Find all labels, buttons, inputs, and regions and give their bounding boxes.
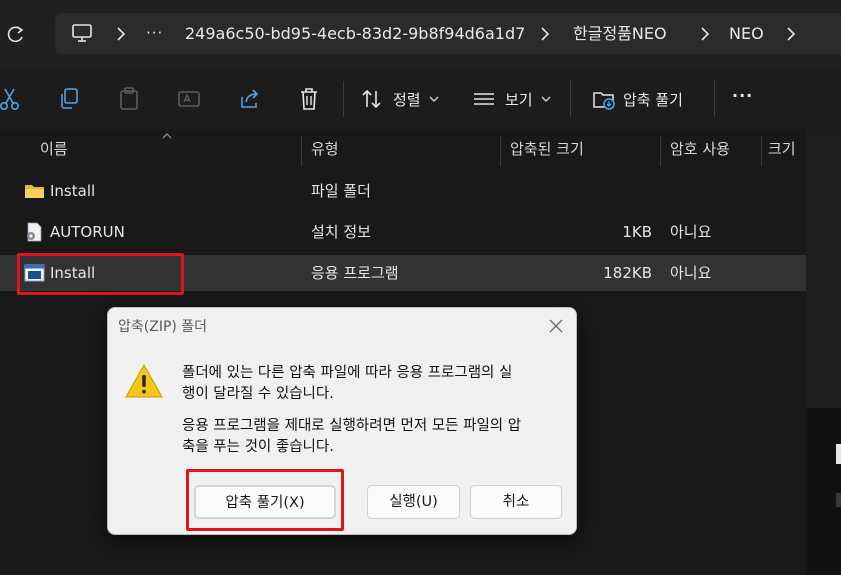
more-options-button[interactable]: ··· xyxy=(732,86,753,105)
breadcrumb-item-hangul[interactable]: 한글정품NEO xyxy=(573,13,667,54)
cancel-button[interactable]: 취소 xyxy=(470,485,562,519)
chevron-right-icon[interactable] xyxy=(113,25,129,43)
file-type: 응용 프로그램 xyxy=(311,264,399,282)
extract-all-icon[interactable] xyxy=(592,85,616,113)
chevron-right-icon[interactable] xyxy=(697,25,713,43)
warning-icon xyxy=(125,363,163,398)
file-compressed-size: 182KB xyxy=(603,264,652,282)
paste-icon[interactable] xyxy=(118,85,140,113)
sort-button[interactable]: 정렬 xyxy=(393,89,421,110)
cut-icon[interactable] xyxy=(0,85,20,113)
run-button[interactable]: 실행(U) xyxy=(367,485,460,519)
file-password: 아니요 xyxy=(670,223,712,241)
highlight-box xyxy=(186,469,344,531)
setup-info-icon xyxy=(27,222,42,242)
breadcrumb-item-archive[interactable]: 249a6c50-bd95-4ecb-83d2-9b8f94d6a1d7 xyxy=(185,13,525,54)
column-header-name[interactable]: 이름 xyxy=(40,130,68,166)
copy-icon[interactable] xyxy=(58,85,80,113)
file-name: AUTORUN xyxy=(50,223,125,241)
chevron-down-icon[interactable] xyxy=(428,85,440,113)
address-bar[interactable]: ··· 249a6c50-bd95-4ecb-83d2-9b8f94d6a1d7… xyxy=(55,13,841,54)
command-bar: 정렬 보기 압축 풀기 ··· xyxy=(0,68,841,130)
share-icon[interactable] xyxy=(238,85,262,113)
breadcrumb-item-neo[interactable]: NEO xyxy=(729,13,764,54)
table-row[interactable]: AUTORUN 설치 정보 1KB 아니요 xyxy=(0,214,806,250)
breadcrumb-overflow[interactable]: ··· xyxy=(146,13,163,54)
this-pc-icon[interactable] xyxy=(71,23,93,43)
extract-all-button[interactable]: 압축 풀기 xyxy=(623,89,683,110)
chevron-right-icon[interactable] xyxy=(783,25,799,43)
table-row[interactable]: Install 파일 폴더 xyxy=(0,173,806,209)
column-header-password[interactable]: 암호 사용 xyxy=(670,130,730,166)
sort-icon[interactable] xyxy=(360,85,384,113)
file-name: Install xyxy=(50,182,96,200)
dialog-message-2: 응용 프로그램을 제대로 실행하려면 먼저 모든 파일의 압 축을 푸는 것이 … xyxy=(182,418,522,455)
view-button[interactable]: 보기 xyxy=(505,89,533,110)
chevron-down-icon[interactable] xyxy=(540,85,552,113)
file-compressed-size: 1KB xyxy=(622,223,652,241)
column-header-type[interactable]: 유형 xyxy=(311,130,339,166)
delete-icon[interactable] xyxy=(298,85,320,113)
column-header-compressed-size[interactable]: 압축된 크기 xyxy=(510,130,584,166)
close-icon[interactable] xyxy=(546,316,566,336)
view-icon[interactable] xyxy=(472,85,496,113)
folder-icon xyxy=(25,185,44,198)
file-type: 파일 폴더 xyxy=(311,182,371,200)
address-bar-area: ··· 249a6c50-bd95-4ecb-83d2-9b8f94d6a1d7… xyxy=(0,0,841,68)
rename-icon[interactable] xyxy=(177,85,201,113)
dialog-message-1: 폴더에 있는 다른 압축 파일에 따라 응용 프로그램의 실 행이 달라질 수 … xyxy=(182,365,513,402)
refresh-icon[interactable] xyxy=(6,22,26,46)
file-password: 아니요 xyxy=(670,264,712,282)
chevron-right-icon[interactable] xyxy=(537,25,553,43)
sort-ascending-icon xyxy=(162,133,172,139)
column-header-size[interactable]: 크기 xyxy=(768,130,796,166)
file-type: 설치 정보 xyxy=(311,223,371,241)
dialog-title: 압축(ZIP) 폴더 xyxy=(118,319,208,335)
background-window-edge xyxy=(806,130,841,575)
highlight-box xyxy=(17,253,184,295)
